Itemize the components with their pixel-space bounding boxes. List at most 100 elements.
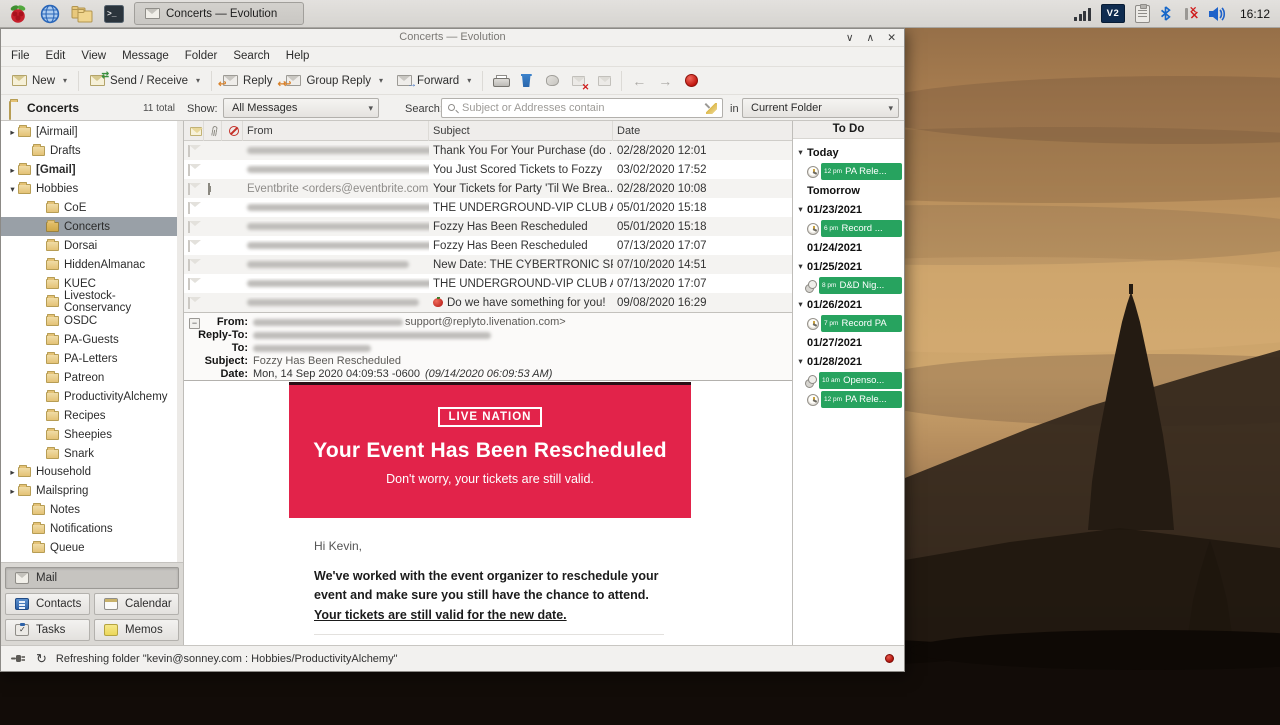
message-row[interactable]: THE UNDERGROUND-VIP CLUB A... 07/13/2020… (184, 274, 792, 293)
switcher-button[interactable]: Tasks (5, 619, 90, 641)
online-status-icon[interactable] (11, 653, 27, 664)
terminal-launcher[interactable]: >_ (102, 2, 126, 26)
folder-row[interactable]: Sheepies (1, 425, 177, 444)
todo-event-chip[interactable]: 12 pm PA Rele... (821, 391, 902, 408)
message-row[interactable]: Fozzy Has Been Rescheduled 07/13/2020 17… (184, 236, 792, 255)
flag-column-header[interactable] (222, 121, 243, 141)
show-filter-dropdown[interactable]: All Messages (223, 98, 379, 118)
folder-row[interactable]: ▸ Mailspring (1, 482, 177, 501)
menu-item[interactable]: File (3, 47, 38, 66)
folder-row[interactable]: ▸ [Gmail] (1, 161, 177, 180)
folder-row[interactable]: ▾ Hobbies (1, 180, 177, 199)
menu-item[interactable]: Message (114, 47, 177, 66)
todo-group-row[interactable]: ▾ 01/26/2021 (793, 295, 904, 314)
group-reply-button[interactable]: ↩↩ Group Reply ▾ (279, 69, 390, 93)
live-nation-logo[interactable]: LIVE NATION (438, 407, 543, 427)
folder-row[interactable]: Notifications (1, 520, 177, 539)
archive-button[interactable] (591, 69, 617, 93)
menu-item[interactable]: View (73, 47, 114, 66)
switcher-button[interactable]: Mail (5, 567, 179, 589)
folder-row[interactable]: HiddenAlmanac (1, 255, 177, 274)
switcher-button[interactable]: Memos (94, 619, 179, 641)
date-column-header[interactable]: Date (613, 121, 792, 141)
window-titlebar[interactable]: Concerts — Evolution ∨ ∧ ✕ (1, 29, 904, 47)
print-button[interactable] (487, 69, 513, 93)
back-button[interactable]: ← (626, 69, 652, 93)
message-row[interactable]: Thank You For Your Purchase (do ... 02/2… (184, 141, 792, 160)
folder-row[interactable]: Patreon (1, 369, 177, 388)
expander-arrow-icon[interactable]: ▾ (796, 147, 805, 158)
expander-arrow-icon[interactable]: ▾ (796, 204, 805, 215)
message-row[interactable]: Eventbrite <orders@eventbrite.com> Your … (184, 179, 792, 198)
search-input[interactable] (462, 102, 702, 114)
expander-arrow-icon[interactable]: ▸ (7, 486, 18, 497)
applications-menu-button[interactable] (6, 2, 30, 26)
folder-row[interactable]: Livestock-Conservancy (1, 293, 177, 312)
message-row[interactable]: New Date: THE CYBERTRONIC SP... 07/10/20… (184, 255, 792, 274)
folder-row[interactable]: Queue (1, 539, 177, 558)
todo-event-chip[interactable]: 6 pm Record ... (821, 220, 902, 237)
todo-group-row[interactable]: ▾ Today (793, 143, 904, 162)
forward-nav-button[interactable]: → (652, 69, 678, 93)
todo-event-chip[interactable]: 10 am Openso... (819, 372, 902, 389)
new-button[interactable]: New ▾ (5, 69, 74, 93)
activity-indicator[interactable] (885, 654, 894, 663)
todo-group-row[interactable]: 01/27/2021 (793, 333, 904, 352)
expander-arrow-icon[interactable]: ▾ (796, 299, 805, 310)
folder-row[interactable]: CoE (1, 199, 177, 218)
status-column-header[interactable] (184, 121, 204, 141)
attachment-column-header[interactable] (204, 121, 222, 141)
folder-row[interactable]: Recipes (1, 406, 177, 425)
subject-column-header[interactable]: Subject (429, 121, 613, 141)
taskbar-window-button[interactable]: Concerts — Evolution (134, 2, 304, 25)
clock[interactable]: 16:12 (1240, 7, 1270, 21)
todo-event-chip[interactable]: 7 pm Record PA (821, 315, 902, 332)
switcher-button[interactable]: Contacts (5, 593, 90, 615)
expander-arrow-icon[interactable]: ▸ (7, 127, 18, 138)
menu-item[interactable]: Search (225, 47, 277, 66)
sidebar-scrollbar[interactable] (177, 121, 183, 569)
folder-row[interactable]: ProductivityAlchemy (1, 387, 177, 406)
collapse-headers-button[interactable]: − (189, 318, 200, 329)
stop-button[interactable] (678, 69, 704, 93)
switcher-button[interactable]: Calendar (94, 593, 179, 615)
forward-button[interactable]: → Forward ▾ (390, 69, 478, 93)
message-row[interactable]: Do we have something for you! 09/08/2020… (184, 293, 792, 312)
message-row[interactable]: Fozzy Has Been Rescheduled 05/01/2020 15… (184, 217, 792, 236)
todo-event-chip[interactable]: 12 pm PA Rele... (821, 163, 902, 180)
vnc-icon[interactable]: V2 (1101, 4, 1125, 23)
folder-row[interactable]: Concerts (1, 217, 177, 236)
junk-button[interactable] (539, 69, 565, 93)
clipboard-icon[interactable] (1135, 5, 1150, 23)
expander-arrow-icon[interactable]: ▾ (796, 261, 805, 272)
reply-button[interactable]: ↩ Reply (216, 69, 279, 93)
maximize-button[interactable]: ∧ (867, 33, 875, 44)
folder-row[interactable]: ▸ Household (1, 463, 177, 482)
folder-row[interactable]: PA-Guests (1, 331, 177, 350)
todo-group-row[interactable]: ▾ 01/25/2021 (793, 257, 904, 276)
not-junk-button[interactable]: ✕ (565, 69, 591, 93)
todo-group-row[interactable]: ▾ 01/23/2021 (793, 200, 904, 219)
folder-row[interactable]: Drafts (1, 142, 177, 161)
message-row[interactable]: THE UNDERGROUND-VIP CLUB A... 05/01/2020… (184, 198, 792, 217)
expander-arrow-icon[interactable]: ▸ (7, 165, 18, 176)
menu-item[interactable]: Folder (177, 47, 226, 66)
todo-group-row[interactable]: Tomorrow (793, 181, 904, 200)
from-column-header[interactable]: From (243, 121, 429, 141)
expander-arrow-icon[interactable]: ▸ (7, 467, 18, 478)
folder-row[interactable]: Snark (1, 444, 177, 463)
search-scope-dropdown[interactable]: Current Folder (742, 98, 899, 118)
minimize-button[interactable]: ∨ (846, 33, 854, 44)
folder-row[interactable]: Dorsai (1, 236, 177, 255)
file-manager-launcher[interactable] (70, 2, 94, 26)
web-browser-launcher[interactable] (38, 2, 62, 26)
folder-row[interactable]: PA-Letters (1, 350, 177, 369)
send-receive-button[interactable]: ⇄ Send / Receive ▾ (83, 69, 207, 93)
close-button[interactable]: ✕ (887, 33, 896, 44)
volume-icon[interactable] (1209, 6, 1228, 22)
folder-row[interactable]: ▸ [Airmail] (1, 123, 177, 142)
tickets-valid-link[interactable]: Your tickets are still valid for the new… (314, 608, 567, 622)
cpu-monitor-icon[interactable] (1074, 7, 1091, 21)
todo-event-chip[interactable]: 8 pm D&D Nig... (819, 277, 902, 294)
todo-group-row[interactable]: 01/24/2021 (793, 238, 904, 257)
